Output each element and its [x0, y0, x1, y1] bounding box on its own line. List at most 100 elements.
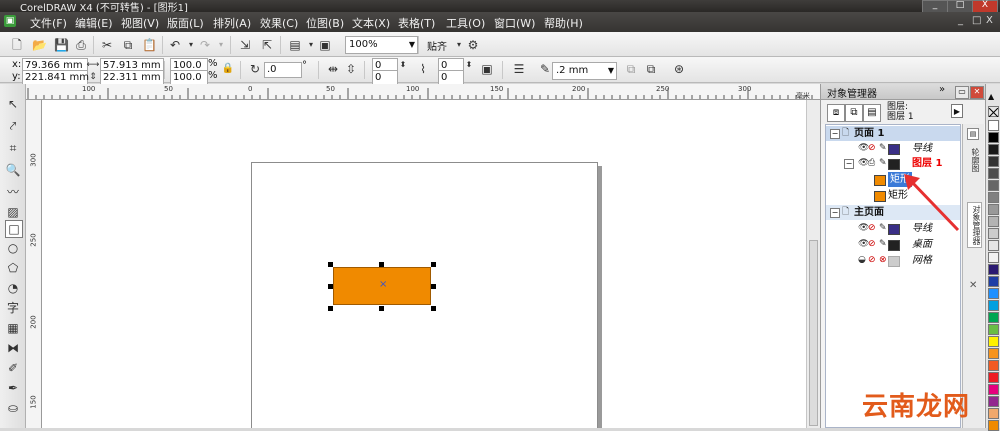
menu-help[interactable]: 帮助(H)	[544, 15, 583, 31]
menu-bitmaps[interactable]: 位图(B)	[306, 15, 344, 31]
palette-color-swatch[interactable]	[988, 228, 999, 239]
to-back-icon[interactable]: ⧉	[644, 62, 658, 76]
menu-file[interactable]: 文件(F)	[30, 15, 67, 31]
rectangle-tool-icon[interactable]: □	[5, 220, 23, 238]
basic-shapes-tool-icon[interactable]: ◔	[5, 280, 21, 296]
palette-color-swatch[interactable]	[988, 372, 999, 383]
show-properties-icon[interactable]: ⧈	[827, 104, 845, 122]
menu-view[interactable]: 视图(V)	[121, 15, 159, 31]
palette-color-swatch[interactable]	[988, 144, 999, 155]
zoom-tool-icon[interactable]: 🔍	[5, 162, 21, 178]
convert-to-curves-icon[interactable]: ⊛	[672, 62, 686, 76]
expand-icon[interactable]: »	[939, 84, 945, 95]
menu-table[interactable]: 表格(T)	[398, 15, 435, 31]
polygon-tool-icon[interactable]: ⬠	[5, 260, 21, 276]
menu-window[interactable]: 窗口(W)	[494, 15, 535, 31]
print-toggle-icon[interactable]: ⊘	[868, 221, 876, 236]
palette-color-swatch[interactable]	[988, 396, 999, 407]
wrap-text-icon[interactable]: ☰	[512, 62, 526, 76]
print-toggle-icon[interactable]: ⊘	[868, 237, 876, 252]
print-toggle-icon[interactable]: ⊘	[868, 141, 876, 156]
menu-edit[interactable]: 编辑(E)	[75, 15, 113, 31]
close-tab-icon[interactable]: ✕	[969, 280, 977, 291]
lock-corners-icon[interactable]: ⌇	[416, 62, 430, 76]
smart-fill-tool-icon[interactable]: ▨	[5, 204, 21, 220]
palette-color-swatch[interactable]	[988, 324, 999, 335]
shape-tool-icon[interactable]: ⤤	[5, 118, 21, 134]
spinner-icon[interactable]: ⬍	[462, 58, 476, 72]
mdi-minimize-button[interactable]: _	[958, 15, 963, 26]
print-icon[interactable]: ⎙	[74, 38, 88, 52]
round-corners-icon[interactable]: ▣	[480, 62, 494, 76]
to-front-icon[interactable]: ⧉	[624, 62, 638, 76]
mirror-horizontal-icon[interactable]: ⇹	[326, 62, 340, 76]
undo-dropdown-icon[interactable]: ▾	[184, 38, 198, 52]
palette-color-swatch[interactable]	[988, 156, 999, 167]
cut-icon[interactable]: ✂	[100, 38, 114, 52]
menu-arrange[interactable]: 排列(A)	[213, 15, 251, 31]
printer-icon[interactable]: ⎙	[868, 156, 875, 171]
spinner-icon[interactable]: ⬍	[396, 58, 410, 72]
selection-handle[interactable]	[328, 262, 333, 267]
selection-handle[interactable]	[431, 284, 436, 289]
docker-menu-arrow-icon[interactable]: ▶	[951, 104, 963, 118]
save-icon[interactable]: 💾	[54, 38, 69, 52]
selection-handle[interactable]	[328, 284, 333, 289]
palette-color-swatch[interactable]	[988, 252, 999, 263]
app-icon[interactable]: ▣	[4, 15, 16, 27]
edit-across-layers-icon[interactable]: ⧉	[845, 104, 863, 122]
palette-color-swatch[interactable]	[988, 408, 999, 419]
palette-color-swatch[interactable]	[988, 288, 999, 299]
vertical-scrollbar[interactable]	[806, 100, 820, 428]
menu-text[interactable]: 文本(X)	[352, 15, 390, 31]
drawing-canvas[interactable]: ×	[42, 100, 806, 428]
horizontal-ruler[interactable]: 100 50 0 50 100 150 200 250 300 毫米	[26, 84, 820, 100]
vertical-ruler[interactable]: 300 250 200 150	[26, 100, 42, 428]
mdi-close-button[interactable]: X	[986, 15, 993, 26]
rotation-center-icon[interactable]: ×	[379, 279, 387, 290]
no-color-swatch[interactable]	[988, 106, 999, 118]
collapse-icon[interactable]: −	[830, 129, 840, 139]
palette-color-swatch[interactable]	[988, 360, 999, 371]
selection-handle[interactable]	[431, 306, 436, 311]
close-docker-button[interactable]: ✕	[970, 86, 984, 99]
open-folder-icon[interactable]: 📂	[32, 38, 47, 52]
palette-scroll-up-icon[interactable]: ▲	[988, 92, 994, 101]
fill-tool-icon[interactable]: ⛀	[5, 400, 21, 416]
tree-row-grid[interactable]: ◒ ⊘ ⊗ 网格	[826, 253, 960, 268]
palette-color-swatch[interactable]	[988, 300, 999, 311]
palette-color-swatch[interactable]	[988, 216, 999, 227]
menu-effects[interactable]: 效果(C)	[260, 15, 298, 31]
selection-handle[interactable]	[328, 306, 333, 311]
application-launcher-icon[interactable]: ▤	[288, 38, 302, 52]
crop-tool-icon[interactable]: ⌗	[5, 140, 21, 156]
palette-color-swatch[interactable]	[988, 348, 999, 359]
tree-row-layer-1[interactable]: − 👁 ⎙ ✎ 图层 1	[826, 156, 960, 171]
eyedropper-tool-icon[interactable]: ✐	[5, 360, 21, 376]
edit-pencil-icon[interactable]: ✎	[879, 221, 887, 236]
welcome-screen-icon[interactable]: ▣	[318, 38, 332, 52]
import-icon[interactable]: ⇲	[238, 38, 252, 52]
print-toggle-icon[interactable]: ⊘	[868, 253, 876, 268]
edit-disabled-icon[interactable]: ⊗	[879, 253, 887, 268]
tree-row-guides[interactable]: 👁 ⊘ ✎ 导线	[826, 141, 960, 156]
palette-color-swatch[interactable]	[988, 180, 999, 191]
table-tool-icon[interactable]: ▦	[5, 320, 21, 336]
eye-off-icon[interactable]: ◒	[858, 253, 866, 268]
options-icon[interactable]: ⚙	[466, 38, 480, 52]
pick-tool-icon[interactable]: ↖	[5, 96, 21, 112]
mdi-restore-button[interactable]: □	[972, 15, 981, 26]
minimize-docker-button[interactable]: ▭	[955, 86, 969, 99]
mirror-vertical-icon[interactable]: ⇳	[344, 62, 358, 76]
copy-icon[interactable]: ⧉	[121, 38, 135, 52]
zoom-level-select[interactable]: 100% ▼	[345, 36, 418, 54]
palette-color-swatch[interactable]	[988, 336, 999, 347]
outline-width-select[interactable]: .2 mm ▼	[552, 62, 617, 80]
outline-tool-icon[interactable]: ✒	[5, 380, 21, 396]
palette-color-swatch[interactable]	[988, 384, 999, 395]
tab-contour[interactable]: 轮廓图	[967, 148, 980, 172]
docker-tab-icon[interactable]: ▤	[967, 128, 979, 140]
new-document-icon[interactable]: 🗋	[10, 38, 24, 52]
palette-color-swatch[interactable]	[988, 240, 999, 251]
layer-manager-view-icon[interactable]: ▤	[863, 104, 881, 122]
